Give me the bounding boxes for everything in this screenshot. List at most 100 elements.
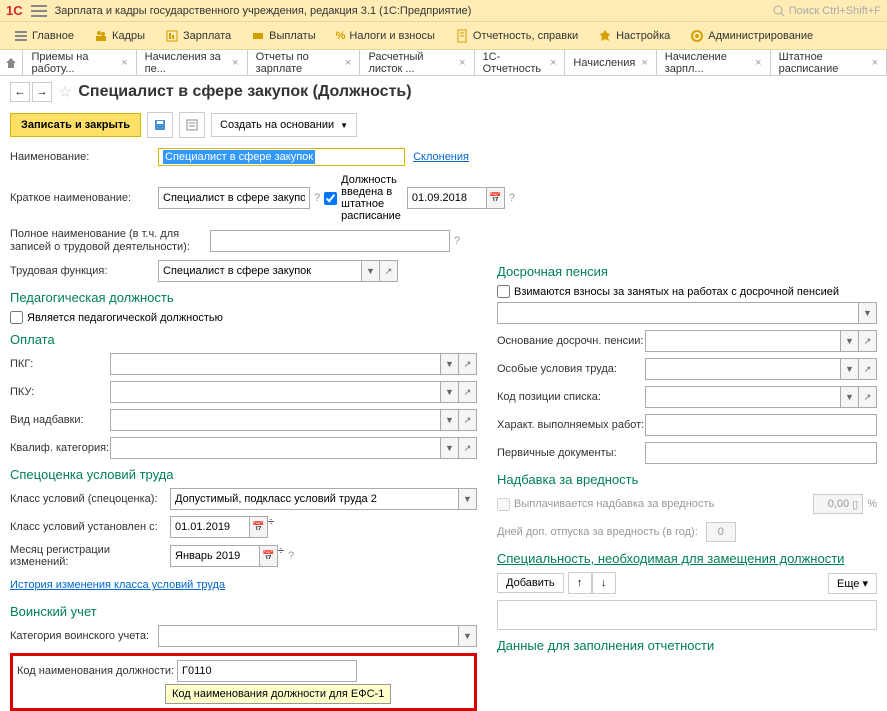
close-icon[interactable]: ×	[872, 57, 878, 69]
open-icon[interactable]: ↗	[459, 437, 477, 459]
menu-zarplata[interactable]: Зарплата	[157, 25, 239, 47]
close-icon[interactable]: ×	[641, 57, 647, 69]
menu-main[interactable]: Главное	[6, 25, 82, 47]
history-link[interactable]: История изменения класса условий труда	[10, 579, 225, 591]
list-button[interactable]	[179, 112, 205, 138]
tab-5[interactable]: Начисления×	[565, 50, 656, 75]
code-label: Код наименования должности:	[17, 665, 177, 677]
forward-button[interactable]: →	[32, 82, 52, 102]
tab-2[interactable]: Отчеты по зарплате×	[248, 50, 361, 75]
function-label: Трудовая функция:	[10, 265, 158, 277]
bonus-input[interactable]	[110, 409, 441, 431]
pension-listcode-input[interactable]	[645, 386, 841, 408]
section-pedagogic: Педагогическая должность	[10, 290, 477, 305]
hazard-check[interactable]: Выплачивается надбавка за вредность	[497, 498, 714, 511]
in-schedule-check[interactable]: Должность введена в штатное расписание	[324, 174, 401, 222]
tab-4[interactable]: 1С-Отчетность×	[475, 50, 566, 75]
menu-kadry[interactable]: Кадры	[86, 25, 153, 47]
dropdown-icon[interactable]: ▼	[859, 302, 877, 324]
menu-vyplaty[interactable]: Выплаты	[243, 25, 323, 47]
spin-icon[interactable]: ÷	[268, 516, 274, 538]
dropdown-icon[interactable]: ▼	[459, 488, 477, 510]
tab-3[interactable]: Расчетный листок ...×	[360, 50, 474, 75]
move-down-button[interactable]: ↓	[592, 572, 616, 594]
calendar-icon[interactable]: 📅	[250, 516, 268, 538]
name-label: Наименование:	[10, 151, 158, 163]
pension-basis-input[interactable]	[645, 330, 841, 352]
pension-docs-input[interactable]	[645, 442, 877, 464]
name-input[interactable]: Специалист в сфере закупок	[158, 148, 405, 166]
menu-icon[interactable]	[31, 5, 47, 17]
menu-nastroyka[interactable]: Настройка	[590, 25, 678, 47]
global-search[interactable]: Поиск Ctrl+Shift+F	[773, 5, 881, 17]
short-input[interactable]	[158, 187, 310, 209]
mil-cat-input[interactable]	[158, 625, 459, 647]
dropdown-icon[interactable]: ▼	[441, 437, 459, 459]
close-icon[interactable]: ×	[121, 57, 127, 69]
open-icon[interactable]: ↗	[859, 358, 877, 380]
save-button[interactable]	[147, 112, 173, 138]
menu-otchetnost[interactable]: Отчетность, справки	[447, 25, 586, 47]
pension-extra-input[interactable]	[497, 302, 859, 324]
tab-0[interactable]: Приемы на работу...×	[23, 50, 136, 75]
menu-admin[interactable]: Администрирование	[682, 25, 821, 47]
category-input[interactable]	[110, 437, 441, 459]
spin-icon[interactable]: ÷	[278, 545, 284, 567]
close-icon[interactable]: ×	[459, 57, 465, 69]
help-icon[interactable]: ?	[288, 550, 294, 562]
pku-input[interactable]	[110, 381, 441, 403]
section-specialty[interactable]: Специальность, необходимая для замещения…	[497, 551, 877, 566]
month-input[interactable]	[170, 545, 260, 567]
pedagogic-check[interactable]: Является педагогической должностью	[10, 311, 477, 324]
declensions-link[interactable]: Склонения	[413, 151, 469, 163]
help-icon[interactable]: ?	[454, 235, 460, 247]
section-military: Воинский учет	[10, 604, 477, 619]
dropdown-icon[interactable]: ▼	[841, 330, 859, 352]
setfrom-input[interactable]	[170, 516, 250, 538]
add-button[interactable]: Добавить	[497, 573, 564, 593]
dropdown-icon[interactable]: ▼	[441, 381, 459, 403]
open-icon[interactable]: ↗	[459, 409, 477, 431]
class-input[interactable]	[170, 488, 459, 510]
open-icon[interactable]: ↗	[459, 381, 477, 403]
pension-char-input[interactable]	[645, 414, 877, 436]
start-page-tab[interactable]	[0, 50, 23, 75]
close-icon[interactable]: ×	[345, 57, 351, 69]
close-icon[interactable]: ×	[232, 57, 238, 69]
pension-special-input[interactable]	[645, 358, 841, 380]
specialty-list[interactable]	[497, 600, 877, 630]
back-button[interactable]: ←	[10, 82, 30, 102]
dropdown-icon[interactable]: ▼	[441, 353, 459, 375]
tab-7[interactable]: Штатное расписание×	[771, 50, 887, 75]
open-icon[interactable]: ↗	[859, 386, 877, 408]
section-pension: Досрочная пенсия	[497, 264, 877, 279]
tab-6[interactable]: Начисление зарпл...×	[657, 50, 771, 75]
favorite-icon[interactable]: ☆	[58, 82, 72, 102]
tab-1[interactable]: Начисления за пе...×	[137, 50, 248, 75]
dropdown-icon[interactable]: ▼	[841, 386, 859, 408]
pkg-input[interactable]	[110, 353, 441, 375]
section-reporting: Данные для заполнения отчетности	[497, 638, 877, 653]
move-up-button[interactable]: ↑	[568, 572, 592, 594]
save-close-button[interactable]: Записать и закрыть	[10, 113, 141, 137]
full-input[interactable]	[210, 230, 450, 252]
open-icon[interactable]: ↗	[859, 330, 877, 352]
close-icon[interactable]: ×	[550, 57, 556, 69]
menu-nalogi[interactable]: %Налоги и взносы	[328, 26, 443, 46]
close-icon[interactable]: ×	[755, 57, 761, 69]
code-input[interactable]	[177, 660, 357, 682]
dropdown-icon[interactable]: ▼	[841, 358, 859, 380]
calendar-icon[interactable]: 📅	[260, 545, 278, 567]
more-button[interactable]: Еще ▾	[828, 573, 877, 594]
schedule-date-input[interactable]	[407, 187, 487, 209]
open-icon[interactable]: ↗	[380, 260, 398, 282]
pension-check[interactable]: Взимаются взносы за занятых на работах с…	[497, 285, 877, 298]
dropdown-icon[interactable]: ▼	[459, 625, 477, 647]
open-icon[interactable]: ↗	[459, 353, 477, 375]
section-hazard: Надбавка за вредность	[497, 472, 877, 487]
help-icon[interactable]: ?	[314, 192, 320, 204]
dropdown-icon[interactable]: ▼	[362, 260, 380, 282]
create-based-button[interactable]: Создать на основании▼	[211, 113, 357, 137]
function-input[interactable]	[158, 260, 362, 282]
dropdown-icon[interactable]: ▼	[441, 409, 459, 431]
